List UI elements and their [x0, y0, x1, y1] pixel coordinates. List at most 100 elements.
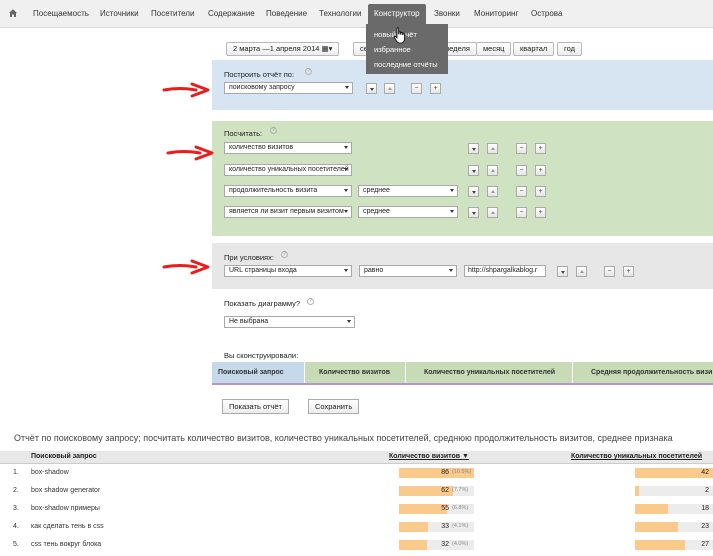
period-quarter-button[interactable]: квартал — [513, 42, 555, 56]
nav-item-visitors[interactable]: Посетители — [151, 9, 194, 18]
calendar-icon: ▦▾ — [321, 44, 333, 53]
metric-select-3[interactable]: продолжительность визита — [224, 185, 352, 197]
move-down-button[interactable] — [468, 186, 479, 197]
move-down-button[interactable] — [468, 143, 479, 154]
move-up-button[interactable] — [384, 83, 395, 94]
nav-item-traffic[interactable]: Посещаемость — [33, 9, 89, 18]
nav-item-islands[interactable]: Острова — [531, 9, 562, 18]
diagram-label: Показать диаграмму? — [224, 299, 301, 308]
annotation-arrow-icon — [162, 259, 210, 275]
period-month-button[interactable]: месяц — [476, 42, 512, 56]
add-button[interactable]: + — [535, 207, 546, 218]
menu-item-recent-reports[interactable]: последние отчёты — [366, 57, 448, 72]
aggregate-select-4[interactable]: среднее — [358, 206, 458, 218]
calculate-panel: Посчитать: ? количество визитов − + коли… — [212, 121, 713, 236]
visits-value: 62 — [441, 487, 449, 494]
date-range-select[interactable]: 2 марта —1 апреля 2014 ▦▾ — [226, 42, 340, 56]
hand-cursor-icon — [393, 27, 405, 44]
add-button[interactable]: + — [623, 266, 634, 277]
build-by-select[interactable]: поисковому запросу — [224, 82, 353, 94]
calculate-label: Посчитать: — [224, 129, 263, 138]
move-up-button[interactable] — [576, 266, 587, 277]
remove-button[interactable]: − — [516, 186, 527, 197]
col-unique-header[interactable]: Количество уникальных посетителей — [571, 453, 702, 460]
condition-field-select[interactable]: URL страницы входа — [224, 265, 352, 277]
condition-operator-select[interactable]: равно — [359, 265, 457, 277]
annotation-arrow-icon — [166, 145, 214, 161]
help-icon[interactable]: ? — [305, 68, 312, 75]
move-up-button[interactable] — [487, 207, 498, 218]
query-link[interactable]: box-shadow — [31, 469, 69, 476]
row-number: 1. — [13, 469, 19, 476]
constructor-dropdown-menu: новый отчёт избранное последние отчёты — [366, 24, 448, 74]
aggregate-select-3[interactable]: среднее — [358, 185, 458, 197]
date-range-label: 2 марта —1 апреля 2014 — [233, 44, 320, 53]
build-by-value: поисковому запросу — [229, 84, 295, 91]
save-button[interactable]: Сохранить — [308, 399, 360, 414]
period-year-button[interactable]: год — [557, 42, 582, 56]
query-link[interactable]: box shadow generator — [31, 487, 100, 494]
visits-value: 33 — [441, 523, 449, 530]
annotation-arrow-icon — [162, 82, 210, 98]
nav-item-constructor[interactable]: Конструктор — [368, 4, 426, 24]
remove-button[interactable]: − — [516, 143, 527, 154]
unique-value: 2 — [705, 487, 709, 494]
add-button[interactable]: + — [535, 165, 546, 176]
nav-item-behavior[interactable]: Поведение — [266, 9, 307, 18]
move-down-button[interactable] — [557, 266, 568, 277]
metric-select-4[interactable]: является ли визит первым визитом — [224, 206, 352, 218]
table-row: 1. box-shadow 86 (10.5%) 42 — [0, 465, 713, 483]
diagram-select[interactable]: Не выбрана — [224, 316, 355, 328]
constructed-label: Вы сконструировали: — [224, 351, 299, 360]
conditions-panel: При условиях: ? URL страницы входа равно… — [212, 243, 713, 289]
add-button[interactable]: + — [535, 143, 546, 154]
add-button[interactable]: + — [430, 83, 441, 94]
query-link[interactable]: как сделать тень в css — [31, 523, 104, 530]
table-row: 2. box shadow generator 62 (7.7%) 2 — [0, 483, 713, 501]
help-icon[interactable]: ? — [270, 127, 277, 134]
add-button[interactable]: + — [535, 186, 546, 197]
condition-field-value: URL страницы входа — [229, 267, 297, 274]
unique-value: 27 — [701, 541, 709, 548]
nav-item-monitoring[interactable]: Мониторинг — [474, 9, 518, 18]
move-up-button[interactable] — [487, 186, 498, 197]
nav-item-calls[interactable]: Звонки — [434, 9, 460, 18]
condition-value-input[interactable]: http://shpargalkablog.r — [464, 265, 546, 277]
menu-item-new-report[interactable]: новый отчёт — [366, 27, 448, 42]
remove-button[interactable]: − — [411, 83, 422, 94]
visits-percent: (6.8%) — [452, 505, 469, 511]
metric-select-2[interactable]: количество уникальных посетителей — [224, 164, 352, 176]
query-link[interactable]: box-shadow примеры — [31, 505, 100, 512]
move-down-button[interactable] — [366, 83, 377, 94]
menu-item-favorites[interactable]: избранное — [366, 42, 448, 57]
nav-item-technologies[interactable]: Технологии — [319, 9, 361, 18]
remove-button[interactable]: − — [516, 207, 527, 218]
table-row: 3. box-shadow примеры 55 (6.8%) 18 — [0, 501, 713, 519]
show-report-button[interactable]: Показать отчёт — [222, 399, 289, 414]
metric-value: количество визитов — [229, 144, 294, 151]
nav-item-sources[interactable]: Источники — [100, 9, 139, 18]
metric-value: является ли визит первым визитом — [229, 208, 344, 215]
metric-value: количество уникальных посетителей — [229, 166, 349, 173]
move-up-button[interactable] — [487, 165, 498, 176]
row-number: 5. — [13, 541, 19, 548]
query-link[interactable]: css тень вокруг блока — [31, 541, 101, 548]
metric-select-1[interactable]: количество визитов — [224, 142, 352, 154]
unique-value: 18 — [701, 505, 709, 512]
move-up-button[interactable] — [487, 143, 498, 154]
move-down-button[interactable] — [468, 165, 479, 176]
nav-item-content[interactable]: Содержание — [208, 9, 255, 18]
row-number: 4. — [13, 523, 19, 530]
visits-value: 55 — [441, 505, 449, 512]
help-icon[interactable]: ? — [307, 298, 314, 305]
row-number: 2. — [13, 487, 19, 494]
diagram-value: Не выбрана — [229, 318, 269, 325]
home-icon[interactable] — [8, 8, 18, 18]
move-down-button[interactable] — [468, 207, 479, 218]
col-visits-header[interactable]: Количество визитов ▼ — [389, 453, 469, 460]
remove-button[interactable]: − — [516, 165, 527, 176]
table-row: 4. как сделать тень в css 33 (4.1%) 23 — [0, 519, 713, 537]
help-icon[interactable]: ? — [281, 251, 288, 258]
remove-button[interactable]: − — [604, 266, 615, 277]
constructed-col-duration: Средняя продолжительность визи — [573, 362, 713, 383]
